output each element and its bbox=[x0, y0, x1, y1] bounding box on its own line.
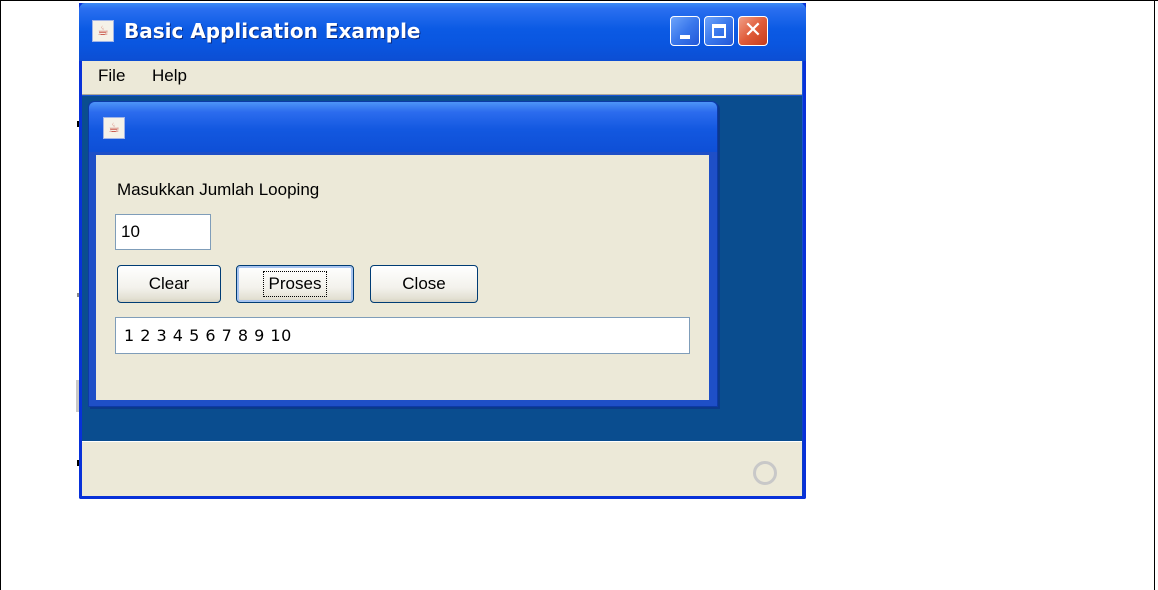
clear-button[interactable]: Clear bbox=[117, 265, 221, 303]
maximize-icon bbox=[712, 24, 726, 38]
menu-bar: File Help bbox=[82, 61, 802, 95]
document-border-left bbox=[0, 0, 1, 590]
minimize-button[interactable] bbox=[670, 16, 700, 46]
menu-file[interactable]: File bbox=[94, 66, 129, 86]
output-field[interactable]: 1 2 3 4 5 6 7 8 9 10 bbox=[115, 317, 690, 354]
loop-count-input[interactable] bbox=[115, 214, 211, 250]
status-bar bbox=[82, 441, 802, 496]
close-button-label: Close bbox=[402, 274, 446, 293]
document-page: ☕ Basic Application Example ✕ File Help … bbox=[0, 0, 1158, 590]
java-cup-icon[interactable]: ☕ bbox=[103, 117, 125, 139]
close-icon: ✕ bbox=[743, 18, 763, 43]
busy-idle-icon bbox=[753, 461, 777, 485]
internal-frame-titlebar[interactable] bbox=[89, 102, 717, 152]
document-border-right bbox=[1154, 0, 1155, 590]
close-window-button[interactable]: ✕ bbox=[738, 16, 768, 46]
menu-help[interactable]: Help bbox=[148, 66, 191, 86]
window-title: Basic Application Example bbox=[124, 19, 421, 43]
process-button-label: Proses bbox=[262, 271, 328, 297]
document-border-top bbox=[0, 0, 1158, 1]
java-cup-icon[interactable]: ☕ bbox=[92, 20, 114, 42]
output-text: 1 2 3 4 5 6 7 8 9 10 bbox=[124, 326, 292, 345]
close-button[interactable]: Close bbox=[370, 265, 478, 303]
clear-button-label: Clear bbox=[148, 274, 190, 293]
loop-count-label: Masukkan Jumlah Looping bbox=[117, 180, 320, 199]
maximize-button[interactable] bbox=[704, 16, 734, 46]
process-button[interactable]: Proses bbox=[236, 265, 354, 303]
minimize-icon bbox=[680, 35, 690, 39]
